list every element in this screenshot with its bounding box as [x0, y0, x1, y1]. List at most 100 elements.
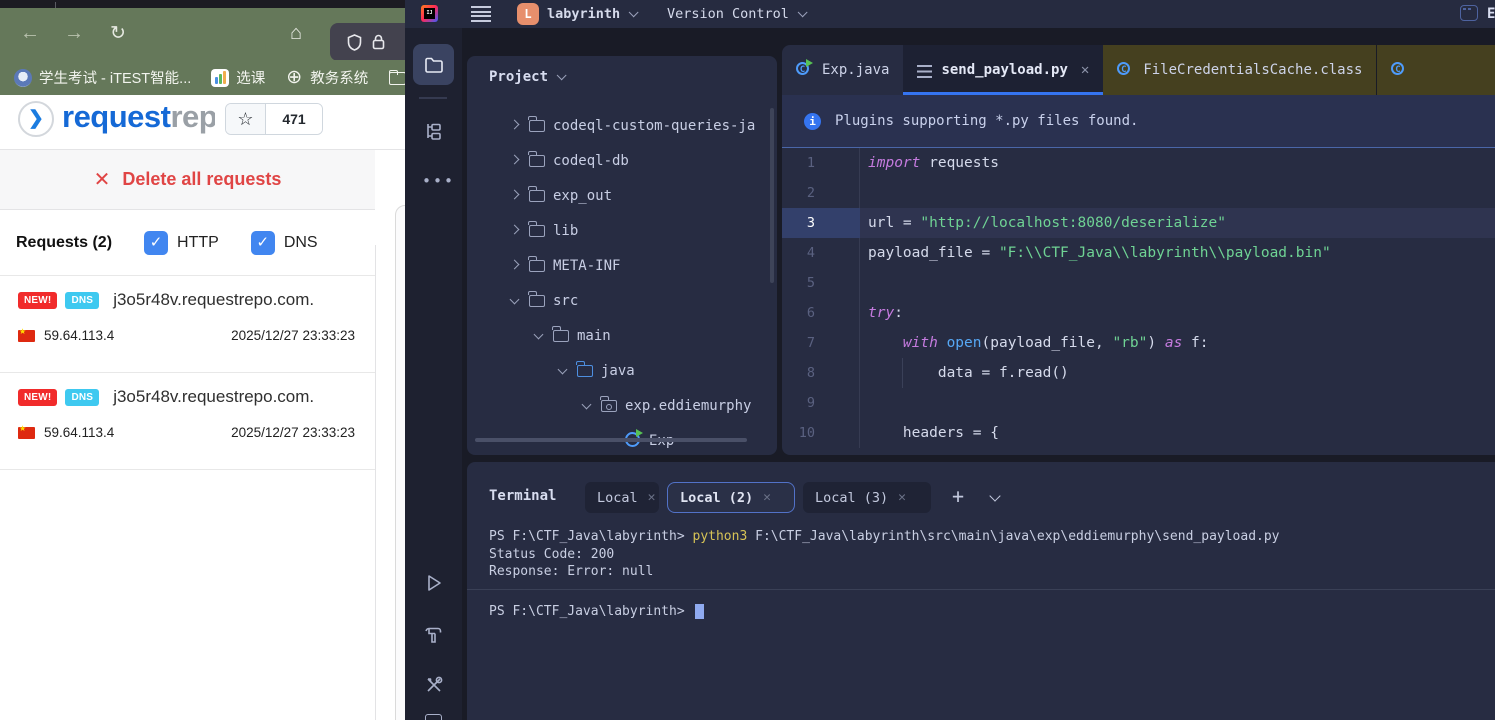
- forward-icon[interactable]: →: [64, 22, 84, 45]
- code-line-10[interactable]: 10 headers = {: [782, 418, 1495, 448]
- stripe-divider: [419, 97, 447, 99]
- code-line-9[interactable]: 9: [782, 388, 1495, 418]
- tree-item-lib[interactable]: lib: [467, 213, 777, 248]
- problems-tool-button[interactable]: [413, 664, 454, 705]
- code-line-3[interactable]: 3 url = "http://localhost:8080/deserializ…: [782, 208, 1495, 238]
- code-line-1[interactable]: 1 import requests: [782, 148, 1495, 178]
- terminal-tab-local-3-[interactable]: Local (3) ✕: [803, 482, 931, 513]
- horizontal-scrollbar[interactable]: [475, 438, 747, 442]
- vertical-scrollbar[interactable]: [770, 108, 774, 283]
- code-line-8[interactable]: 8 data = f.read(): [782, 358, 1495, 388]
- request-item[interactable]: NEW! DNS j3o5r48v.requestrepo.com. 59.64.11…: [0, 373, 375, 470]
- url-bar[interactable]: [330, 23, 405, 61]
- terminal-line: Status Code: 200: [489, 546, 615, 562]
- bookmark-item[interactable]: [388, 69, 405, 87]
- project-avatar[interactable]: L: [517, 3, 539, 25]
- tree-item-label: META-INF: [553, 257, 621, 274]
- requests-filter-row: Requests (2) ✓ HTTP ✓ DNS: [0, 210, 375, 276]
- terminal-tab-local[interactable]: Local ✕: [585, 482, 659, 513]
- request-domain: j3o5r48v.requestrepo.com.: [113, 290, 315, 309]
- tab-label: FileCredentialsCache.class: [1143, 62, 1363, 78]
- back-icon[interactable]: ←: [20, 22, 40, 45]
- code-line-7[interactable]: 7 with open(payload_file, "rb") as f:: [782, 328, 1495, 358]
- project-panel-header[interactable]: Project: [489, 69, 567, 85]
- close-tab-icon[interactable]: ✕: [1081, 62, 1089, 78]
- code-line-5[interactable]: 5: [782, 268, 1495, 298]
- tab-label: send_payload.py: [941, 62, 1068, 78]
- bookmarks-bar: 学生考试 - iTEST智能... 选课 ⊕ 教务系统: [0, 60, 405, 95]
- editor-tab-filecredentialscache-class[interactable]: C FileCredentialsCache.class: [1103, 45, 1377, 95]
- screen: ← → ↻ ⌂ 学生考试 - iTEST智能... 选课 ⊕ 教务系统 ❯ reque…: [0, 0, 1495, 720]
- more-tools-icon[interactable]: •••: [422, 172, 455, 190]
- project-tool-button[interactable]: [413, 44, 454, 85]
- request-badges-row: NEW! DNS j3o5r48v.requestrepo.com.: [18, 290, 314, 310]
- code-line-4[interactable]: 4 payload_file = "F:\\CTF_Java\\labyrinth…: [782, 238, 1495, 268]
- build-tool-button[interactable]: [413, 614, 454, 655]
- line-number: 9: [782, 388, 860, 418]
- tree-item-codeql-custom-queries-ja[interactable]: codeql-custom-queries-ja: [467, 108, 777, 143]
- close-terminal-icon[interactable]: ✕: [898, 490, 906, 505]
- terminal-tab-label: Local (3): [815, 489, 889, 506]
- request-domain: j3o5r48v.requestrepo.com.: [113, 387, 315, 406]
- checkbox-http[interactable]: ✓: [144, 230, 169, 255]
- filter-label: HTTP: [177, 233, 219, 251]
- run-tool-button[interactable]: [413, 562, 454, 603]
- star-count[interactable]: 471: [266, 104, 322, 134]
- code-line-2[interactable]: 2: [782, 178, 1495, 208]
- reload-icon[interactable]: ↻: [110, 22, 126, 45]
- tree-item-label: codeql-custom-queries-ja: [553, 117, 756, 134]
- tree-item-exp-eddiemurphy[interactable]: exp.eddiemurphy: [467, 388, 777, 423]
- lock-icon[interactable]: [372, 34, 385, 50]
- project-panel: Project codeql-custom-queries-ja codeql-d…: [467, 56, 777, 455]
- request-item[interactable]: NEW! DNS j3o5r48v.requestrepo.com. 59.64.11…: [0, 276, 375, 373]
- new-terminal-button[interactable]: +: [952, 484, 964, 508]
- terminal-line: PS F:\CTF_Java\labyrinth>: [467, 603, 1495, 621]
- intellij-logo-icon: IJ: [421, 5, 438, 22]
- itest-favicon: [14, 68, 32, 87]
- code-text: import requests: [868, 155, 999, 171]
- bookmark-item[interactable]: 学生考试 - iTEST智能...: [14, 67, 191, 88]
- shield-icon[interactable]: [347, 33, 362, 51]
- tree-item-java[interactable]: java: [467, 353, 777, 388]
- request-badges-row: NEW! DNS j3o5r48v.requestrepo.com.: [18, 387, 314, 407]
- close-terminal-icon[interactable]: ✕: [763, 490, 771, 505]
- project-selector[interactable]: labyrinth: [547, 0, 639, 28]
- delete-all-requests-button[interactable]: ✕ Delete all requests: [0, 150, 375, 210]
- terminal-tab-local-2-[interactable]: Local (2) ✕: [667, 482, 795, 513]
- window-layout-icon[interactable]: [1460, 5, 1478, 21]
- close-terminal-icon[interactable]: ✕: [648, 490, 656, 505]
- dns-badge: DNS: [65, 388, 100, 406]
- editor-tab-send-payload-py[interactable]: send_payload.py ✕: [903, 45, 1104, 95]
- vcs-menu[interactable]: Version Control: [667, 0, 808, 28]
- terminal-tool-button[interactable]: [425, 714, 442, 720]
- bookmark-item[interactable]: 选课: [211, 67, 265, 88]
- delete-all-requests-label: Delete all requests: [122, 169, 282, 189]
- editor-tab-exp-java[interactable]: C Exp.java: [782, 45, 903, 95]
- tree-item-src[interactable]: src: [467, 283, 777, 318]
- tree-item-meta-inf[interactable]: META-INF: [467, 248, 777, 283]
- bookmark-label: 学生考试 - iTEST智能...: [39, 71, 192, 87]
- code-line-6[interactable]: 6 try:: [782, 298, 1495, 328]
- github-star-widget[interactable]: ☆ 471: [225, 103, 323, 135]
- bookmark-item[interactable]: ⊕ 教务系统: [285, 67, 368, 88]
- terminal-output[interactable]: PS F:\CTF_Java\labyrinth> python3 F:\CTF…: [467, 528, 1495, 620]
- star-icon[interactable]: ☆: [226, 104, 266, 134]
- tree-item-main[interactable]: main: [467, 318, 777, 353]
- ide-window: IJ L labyrinth Version Control E ••• Pro…: [405, 0, 1495, 720]
- tree-item-codeql-db[interactable]: codeql-db: [467, 143, 777, 178]
- tree-item-exp-out[interactable]: exp_out: [467, 178, 777, 213]
- site-logo[interactable]: requestrepo: [62, 99, 215, 135]
- terminal-tab-label: Local (2): [680, 489, 754, 506]
- structure-tool-button[interactable]: [413, 110, 454, 151]
- plugin-suggestion-banner[interactable]: i Plugins supporting *.py files found.: [782, 95, 1495, 148]
- editor-tab-partial[interactable]: C: [1376, 45, 1495, 95]
- close-icon: ✕: [93, 169, 111, 191]
- main-menu-icon[interactable]: [471, 6, 491, 24]
- terminal-options-chevron-icon[interactable]: [989, 490, 1001, 502]
- new-badge: NEW!: [18, 291, 58, 309]
- bookmark-label: 教务系统: [310, 71, 369, 87]
- checkbox-dns[interactable]: ✓: [250, 230, 275, 255]
- code-editor[interactable]: 1 import requests 2 3 url = "http://localhos…: [782, 148, 1495, 455]
- bookmark-label: 选课: [236, 71, 266, 87]
- home-icon[interactable]: ⌂: [290, 22, 302, 45]
